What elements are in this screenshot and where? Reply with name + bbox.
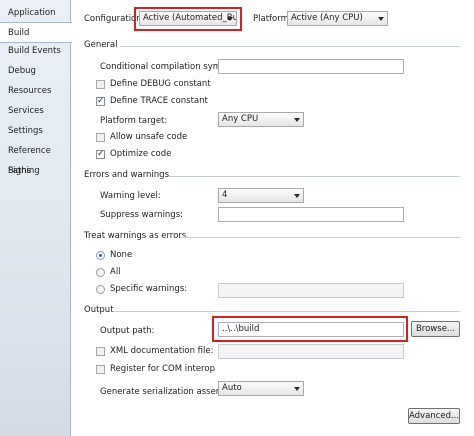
register-com-checkbox[interactable] [96,365,105,374]
warning-level-dropdown[interactable]: 4 [218,188,304,203]
none-radio[interactable] [96,251,105,260]
tab-debug[interactable]: Debug [0,61,70,81]
tab-resources[interactable]: Resources [0,81,70,101]
platform-value: Active (Any CPU) [291,13,363,23]
tab-services[interactable]: Services [0,101,70,121]
specific-warnings-input[interactable] [218,283,404,298]
tab-build[interactable]: Build [0,22,72,43]
advanced-button[interactable]: Advanced... [408,408,460,424]
all-radio[interactable] [96,268,105,277]
none-radio-label: None [110,250,133,260]
project-properties-tab-strip: Application Build Build Events Debug Res… [0,0,72,436]
platform-dropdown[interactable]: Active (Any CPU) [287,11,388,26]
define-trace-checkbox[interactable]: ✓ [96,97,105,106]
serialization-assembly-dropdown[interactable]: Auto [218,381,304,396]
specific-warnings-label: Specific warnings: [110,284,188,294]
allow-unsafe-checkbox[interactable] [96,133,105,142]
output-path-label: Output path: [100,326,155,336]
platform-label: Platform: [253,14,292,24]
conditional-symbols-input[interactable] [218,59,404,74]
specific-warnings-radio[interactable] [96,285,105,294]
suppress-warnings-label: Suppress warnings: [100,210,183,220]
suppress-warnings-input[interactable] [218,207,404,222]
treat-warnings-group-header: Treat warnings as errors [84,231,187,241]
define-trace-label: Define TRACE constant [110,96,208,106]
warning-level-label: Warning level: [100,191,161,201]
general-group-header: General [84,40,118,50]
optimize-code-checkbox[interactable]: ✓ [96,150,105,159]
treat-warnings-divider [180,237,460,238]
xml-documentation-label: XML documentation file: [110,346,214,356]
output-path-highlight-box [212,316,408,342]
chevron-down-icon [294,194,300,198]
tab-signing[interactable]: Signing [0,161,70,181]
general-divider [120,46,460,47]
tab-application[interactable]: Application [0,3,70,23]
serialization-assembly-value: Auto [222,383,242,393]
allow-unsafe-label: Allow unsafe code [110,132,188,142]
define-debug-checkbox[interactable] [96,80,105,89]
define-debug-label: Define DEBUG constant [110,79,211,89]
tab-reference-paths[interactable]: Reference Paths [0,141,70,176]
xml-documentation-input[interactable] [218,344,404,359]
all-radio-label: All [110,267,121,277]
errors-divider [168,176,460,177]
browse-button[interactable]: Browse... [411,321,460,337]
output-divider [114,311,460,312]
configuration-highlight-box [134,7,242,31]
platform-target-label: Platform target: [100,116,168,126]
output-group-header: Output [84,305,114,315]
warning-level-value: 4 [222,190,228,200]
optimize-code-label: Optimize code [110,149,172,159]
register-com-label: Register for COM interop [110,364,215,374]
platform-target-dropdown[interactable]: Any CPU [218,112,304,127]
chevron-down-icon [378,17,384,21]
tab-settings[interactable]: Settings [0,121,70,141]
chevron-down-icon [294,387,300,391]
platform-target-value: Any CPU [222,114,259,124]
chevron-down-icon [294,118,300,122]
xml-documentation-checkbox[interactable] [96,347,105,356]
errors-group-header: Errors and warnings [84,170,170,180]
tab-build-events[interactable]: Build Events [0,41,70,61]
